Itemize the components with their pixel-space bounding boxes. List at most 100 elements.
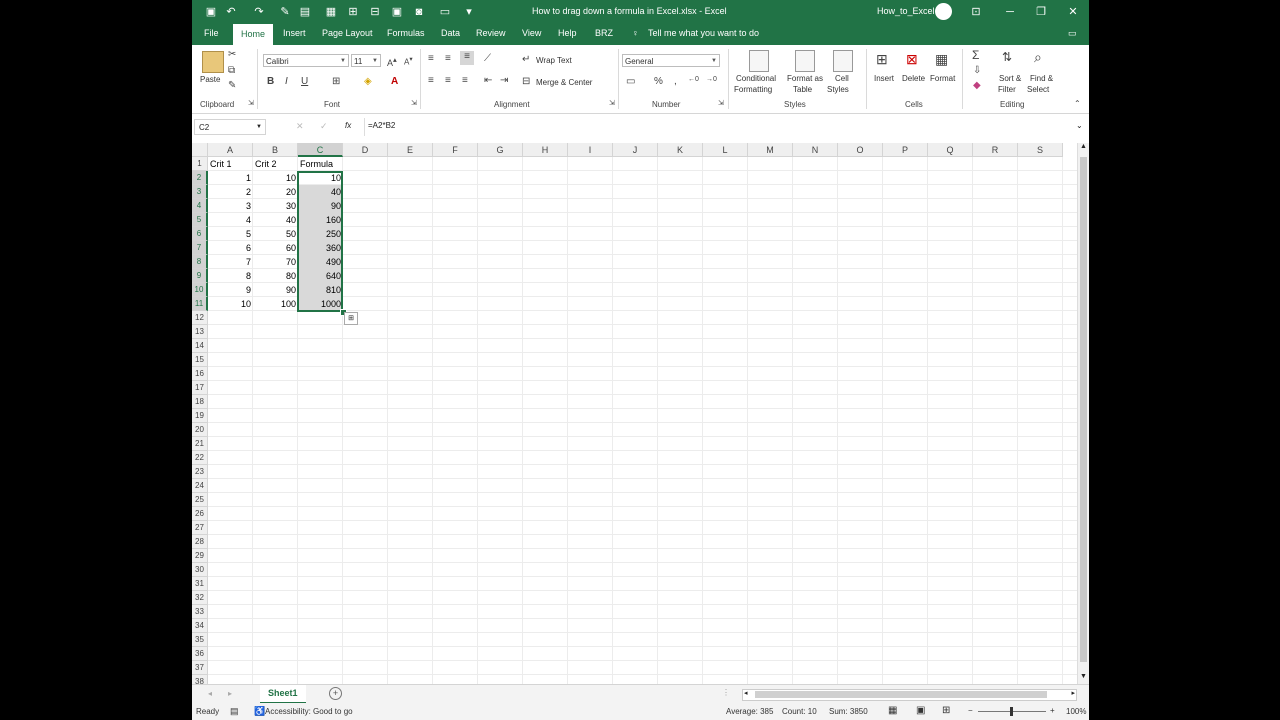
accessibility-status[interactable]: Accessibility: Good to go — [265, 707, 353, 716]
tab-help[interactable]: Help — [558, 28, 577, 38]
column-header-d[interactable]: D — [343, 143, 388, 157]
scroll-thumb[interactable] — [1080, 157, 1087, 662]
cell-c1[interactable]: Formula — [298, 157, 343, 171]
row-header-8[interactable]: 8 — [192, 255, 208, 269]
minimize-icon[interactable]: ─ — [1002, 4, 1018, 20]
normal-view-icon[interactable]: ▦ — [888, 705, 897, 716]
decrease-decimal-icon[interactable]: →0 — [706, 76, 717, 83]
format-as-table-label-1[interactable]: Format as — [787, 74, 823, 83]
column-header-q[interactable]: Q — [928, 143, 973, 157]
tab-page-layout[interactable]: Page Layout — [322, 28, 373, 38]
tab-review[interactable]: Review — [476, 28, 506, 38]
format-painter-icon[interactable]: ✎ — [278, 5, 292, 19]
zoom-slider-thumb[interactable] — [1010, 707, 1013, 716]
row-header-21[interactable]: 21 — [192, 437, 208, 451]
align-center-icon[interactable]: ≡ — [445, 75, 451, 86]
column-header-l[interactable]: L — [703, 143, 748, 157]
clipboard-launcher-icon[interactable]: ⇲ — [248, 99, 254, 107]
column-header-m[interactable]: M — [748, 143, 793, 157]
column-header-o[interactable]: O — [838, 143, 883, 157]
find-select-label-1[interactable]: Find & — [1030, 74, 1053, 83]
comma-button[interactable]: , — [674, 76, 677, 87]
scroll-up-icon[interactable]: ▲ — [1080, 143, 1087, 150]
row-header-23[interactable]: 23 — [192, 465, 208, 479]
font-color-icon[interactable]: A — [391, 76, 398, 87]
cell-c3[interactable]: 40 — [298, 185, 343, 199]
tab-view[interactable]: View — [522, 28, 541, 38]
undo-icon[interactable]: ↶ — [224, 5, 238, 19]
format-as-table-icon[interactable] — [795, 50, 815, 72]
cell-a9[interactable]: 8 — [208, 269, 253, 283]
cell-c8[interactable]: 490 — [298, 255, 343, 269]
column-header-n[interactable]: N — [793, 143, 838, 157]
tab-insert[interactable]: Insert — [283, 28, 306, 38]
row-header-30[interactable]: 30 — [192, 563, 208, 577]
row-header-34[interactable]: 34 — [192, 619, 208, 633]
font-launcher-icon[interactable]: ⇲ — [411, 99, 417, 107]
column-header-c[interactable]: C — [298, 143, 343, 157]
format-as-table-label-2[interactable]: Table — [793, 85, 812, 94]
font-name-combo[interactable]: Calibri ▼ — [263, 54, 349, 67]
page-layout-view-icon[interactable]: ▣ — [916, 705, 925, 716]
column-header-b[interactable]: B — [253, 143, 298, 157]
print-preview-icon[interactable]: ▣ — [390, 5, 404, 19]
column-header-s[interactable]: S — [1018, 143, 1063, 157]
horizontal-scrollbar[interactable]: ◂ ▸ — [742, 689, 1077, 701]
row-header-12[interactable]: 12 — [192, 311, 208, 325]
worksheet-grid[interactable]: ABCDEFGHIJKLMNOPQRS 1 2 3 4 5 6 7 8 9 10 11 12 13 14 1… — [192, 143, 1077, 689]
font-size-combo[interactable]: 11 ▼ — [351, 54, 381, 67]
row-header-17[interactable]: 17 — [192, 381, 208, 395]
fill-icon[interactable]: ⇩ — [973, 65, 981, 76]
conditional-formatting-label-2[interactable]: Formatting — [734, 85, 772, 94]
table-icon[interactable]: ⊞ — [346, 5, 360, 19]
quick-analysis-icon[interactable]: ⊞ — [344, 312, 358, 325]
row-header-15[interactable]: 15 — [192, 353, 208, 367]
increase-decimal-icon[interactable]: ←0 — [688, 76, 699, 83]
screenshot-icon[interactable]: ▭ — [438, 5, 452, 19]
cell-a2[interactable]: 1 — [208, 171, 253, 185]
tab-file[interactable]: File — [204, 28, 219, 38]
row-header-31[interactable]: 31 — [192, 577, 208, 591]
cell-b4[interactable]: 30 — [253, 199, 298, 213]
alignment-launcher-icon[interactable]: ⇲ — [609, 99, 615, 107]
cell-b7[interactable]: 60 — [253, 241, 298, 255]
tab-formulas[interactable]: Formulas — [387, 28, 425, 38]
cell-c5[interactable]: 160 — [298, 213, 343, 227]
close-icon[interactable]: ✕ — [1065, 4, 1081, 20]
cell-c10[interactable]: 810 — [298, 283, 343, 297]
next-sheet-icon[interactable]: ▸ — [228, 689, 232, 698]
sum-stat[interactable]: Sum: 3850 — [829, 707, 868, 716]
cell-a5[interactable]: 4 — [208, 213, 253, 227]
conditional-formatting-label-1[interactable]: Conditional — [736, 74, 776, 83]
row-header-13[interactable]: 13 — [192, 325, 208, 339]
count-stat[interactable]: Count: 10 — [782, 707, 817, 716]
cell-c11[interactable]: 1000 — [298, 297, 343, 311]
bold-button[interactable]: B — [267, 76, 274, 87]
sort-filter-icon[interactable]: ⇅ — [1002, 50, 1012, 64]
save-icon[interactable]: ▣ — [204, 5, 218, 19]
row-header-37[interactable]: 37 — [192, 661, 208, 675]
name-box[interactable]: C2 ▼ — [194, 119, 266, 135]
find-select-icon[interactable]: ⌕ — [1034, 49, 1042, 66]
row-header-5[interactable]: 5 — [192, 213, 208, 227]
select-all-button[interactable] — [192, 143, 208, 157]
paste-button[interactable]: Paste — [200, 75, 220, 84]
quick-access-icon[interactable]: ▤ — [298, 5, 312, 19]
cell-b10[interactable]: 90 — [253, 283, 298, 297]
column-header-f[interactable]: F — [433, 143, 478, 157]
cell-c2[interactable]: 10 — [298, 171, 343, 185]
grid-icon[interactable]: ⊟ — [368, 5, 382, 19]
delete-cells-button[interactable]: Delete — [902, 74, 925, 83]
row-header-18[interactable]: 18 — [192, 395, 208, 409]
percent-button[interactable]: % — [654, 76, 663, 87]
cell-a3[interactable]: 2 — [208, 185, 253, 199]
formula-input[interactable]: =A2*B2 — [368, 121, 395, 130]
collapse-ribbon-icon[interactable]: ⌃ — [1074, 99, 1081, 108]
row-header-11[interactable]: 11 — [192, 297, 208, 311]
cell-a8[interactable]: 7 — [208, 255, 253, 269]
tab-split-handle[interactable]: ⋮ — [722, 688, 730, 697]
cell-b11[interactable]: 100 — [253, 297, 298, 311]
customize-qat-icon[interactable]: ▾ — [462, 5, 476, 19]
sheet-tab-sheet1[interactable]: Sheet1 — [260, 685, 306, 704]
row-header-24[interactable]: 24 — [192, 479, 208, 493]
